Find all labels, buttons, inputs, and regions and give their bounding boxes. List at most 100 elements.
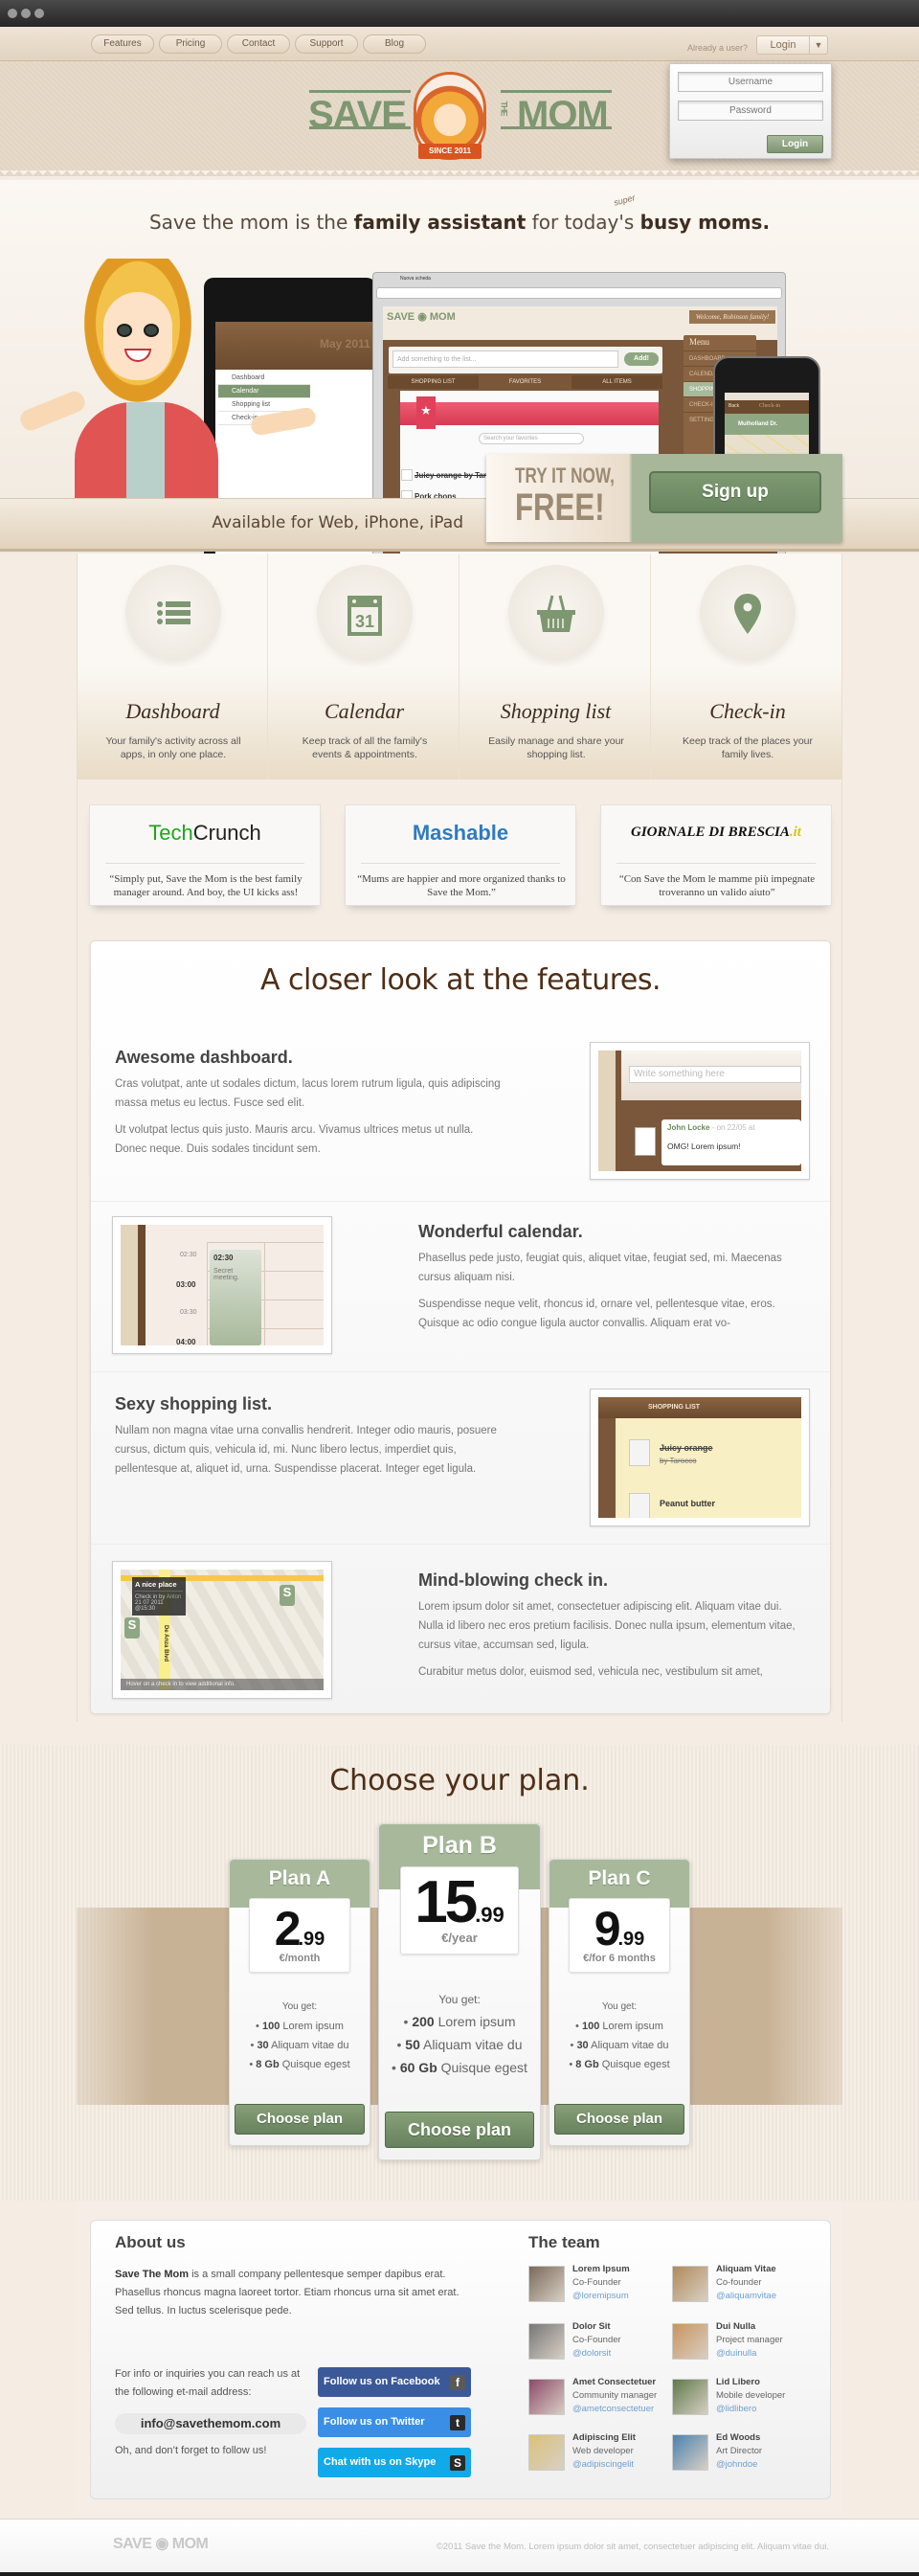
- try-it-now-label: TRY IT NOW,: [515, 463, 615, 487]
- member-twitter-link[interactable]: @ametconsectetuer: [572, 2404, 654, 2414]
- plan-card-a: Plan A 2.99 €/month You get: • 100 Lorem…: [229, 1859, 370, 2146]
- mom-eye: [144, 324, 159, 337]
- checkbox-icon: [629, 1493, 650, 1518]
- features-detail-title: A closer look at the features.: [259, 963, 661, 997]
- zoom-window-button[interactable]: [34, 9, 44, 18]
- nav-blog[interactable]: Blog: [363, 34, 426, 54]
- minimize-window-button[interactable]: [21, 9, 31, 18]
- choose-plan-b-button[interactable]: Choose plan: [385, 2112, 534, 2148]
- team-title: The team: [528, 2233, 600, 2251]
- member-role: Project manager: [716, 2335, 783, 2345]
- plan-unit: €/for 6 months: [583, 1953, 656, 1964]
- feature-heading: Sexy shopping list.: [115, 1394, 273, 1413]
- member-twitter-link[interactable]: @dolorsit: [572, 2348, 611, 2359]
- tagline-text: Save the mom is the: [148, 211, 354, 234]
- username-input[interactable]: [678, 72, 823, 92]
- login-button[interactable]: Login: [756, 35, 810, 55]
- twitter-follow-button[interactable]: Follow us on Twitter t: [318, 2407, 471, 2437]
- close-window-button[interactable]: [8, 9, 17, 18]
- iphone-app-header: Back Check-in: [725, 400, 809, 414]
- member-twitter-link[interactable]: @lidlibero: [716, 2404, 756, 2414]
- member-name: Aliquam Vitae: [716, 2264, 776, 2274]
- dashboard-screenshot: Write something here John Locke - on 22/…: [590, 1042, 810, 1180]
- nav-contact[interactable]: Contact: [227, 34, 290, 54]
- member-name: Lid Libero: [716, 2377, 760, 2387]
- plan-unit: €/year: [441, 1931, 478, 1945]
- iphone-location: Mulholland Dr.: [725, 414, 809, 435]
- tagline-text: for today's: [526, 211, 640, 234]
- logo-bar: [501, 90, 612, 93]
- member-role: Community manager: [572, 2390, 658, 2401]
- tagline-bold: busy moms.: [639, 211, 771, 234]
- feature-calendar[interactable]: 31 Calendar Keep track of all the family…: [270, 554, 460, 780]
- about-text: Save The Mom is a small company pellente…: [115, 2269, 460, 2316]
- feature-description: Keep track of the places your family liv…: [683, 735, 813, 760]
- member-twitter-link[interactable]: @johndoe: [716, 2459, 757, 2470]
- login-submit-button[interactable]: Login: [767, 135, 823, 153]
- nav-pricing[interactable]: Pricing: [159, 34, 222, 54]
- feature-dashboard[interactable]: Dashboard Your family's activity across …: [78, 554, 268, 780]
- plan-you-get: You get:: [438, 1993, 481, 2006]
- feature-check-in[interactable]: Check-in Keep track of the places your f…: [653, 554, 842, 780]
- browser-tab: ALL ITEMS: [572, 375, 662, 389]
- member-twitter-link[interactable]: @loremipsum: [572, 2291, 629, 2301]
- follow-text: Oh, and don’t forget to follow us!: [115, 2445, 267, 2456]
- choose-plan-a-button[interactable]: Choose plan: [235, 2104, 365, 2135]
- svg-text:31: 31: [354, 612, 373, 631]
- avatar: [672, 2323, 708, 2360]
- section-divider: [91, 1544, 830, 1545]
- plan-feature: • 50 Aliquam vitae du: [396, 2037, 523, 2052]
- plan-feature: • 100 Lorem ipsum: [575, 2021, 663, 2032]
- feature-paragraph: Nullam non magna vitae urna convallis he…: [115, 1425, 497, 1475]
- signup-button[interactable]: Sign up: [649, 471, 821, 513]
- avatar: [528, 2266, 565, 2302]
- password-input[interactable]: [678, 101, 823, 121]
- mashable-logo: Mashable: [412, 821, 509, 845]
- team-member: Aliquam Vitae Co-founder @aliquamvitae: [672, 2264, 816, 2308]
- nav-support[interactable]: Support: [295, 34, 358, 54]
- feature-paragraph: Cras volutpat, ante ut sodales dictum, l…: [115, 1078, 501, 1109]
- feature-paragraph: Suspendisse neque velit, rhoncus id, orn…: [418, 1299, 775, 1329]
- basket-icon: [535, 592, 577, 634]
- browser-red-band: [400, 402, 659, 425]
- skype-chat-button[interactable]: Chat with us on Skype S: [318, 2448, 471, 2477]
- checkbox-icon: [401, 469, 413, 481]
- member-twitter-link[interactable]: @aliquamvitae: [716, 2291, 776, 2301]
- browser-app-logo: SAVE ◉ MOM: [387, 311, 456, 323]
- contact-text: For info or inquiries you can reach us a…: [115, 2368, 301, 2398]
- team-member: Adipiscing Elit Web developer @adipiscinge…: [528, 2432, 672, 2476]
- avatar: [528, 2323, 565, 2360]
- browser-tab: FAVORITES: [480, 375, 571, 389]
- divider: [105, 863, 304, 864]
- browser-menu-title: Menu: [689, 337, 709, 347]
- login-panel: Login: [669, 63, 832, 159]
- tagline-bold: family assistant: [353, 211, 527, 234]
- skype-icon: S: [450, 2455, 465, 2471]
- plan-card-c: Plan C 9.99 €/for 6 months You get: • 10…: [549, 1859, 690, 2146]
- map-pin-icon: [727, 592, 769, 634]
- contact-email[interactable]: info@savethemom.com: [115, 2413, 306, 2434]
- divider: [361, 863, 560, 864]
- member-twitter-link[interactable]: @duinulla: [716, 2348, 756, 2359]
- facebook-follow-button[interactable]: Follow us on Facebook f: [318, 2367, 471, 2397]
- nav-features[interactable]: Features: [91, 34, 154, 54]
- feature-paragraph: Ut volutpat lectus quis justo. Mauris ar…: [115, 1124, 474, 1155]
- window-bottom-edge: [0, 2572, 919, 2576]
- login-dropdown-toggle[interactable]: ▼: [809, 35, 828, 55]
- plan-feature: • 100 Lorem ipsum: [256, 2021, 344, 2032]
- feature-shopping-list[interactable]: Shopping list Easily manage and share yo…: [461, 554, 651, 780]
- avatar: [528, 2379, 565, 2415]
- avatar: [672, 2379, 708, 2415]
- feature-paragraph: Lorem ipsum dolor sit amet, consectetuer…: [418, 1601, 796, 1651]
- star-icon: ★: [416, 396, 436, 429]
- window-titlebar: [0, 0, 919, 27]
- techcrunch-logo: TechCrunch: [148, 821, 261, 845]
- choose-plan-c-button[interactable]: Choose plan: [554, 2104, 684, 2135]
- availability-text: Available for Web, iPhone, iPad: [212, 513, 463, 532]
- iphone-back-button: Back: [728, 403, 740, 409]
- section-divider: [91, 1201, 830, 1202]
- feature-heading: Mind-blowing check in.: [418, 1570, 608, 1590]
- team-member: Ed Woods Art Director @johndoe: [672, 2432, 816, 2476]
- feature-title: Dashboard: [125, 699, 220, 723]
- member-twitter-link[interactable]: @adipiscingelit: [572, 2459, 634, 2470]
